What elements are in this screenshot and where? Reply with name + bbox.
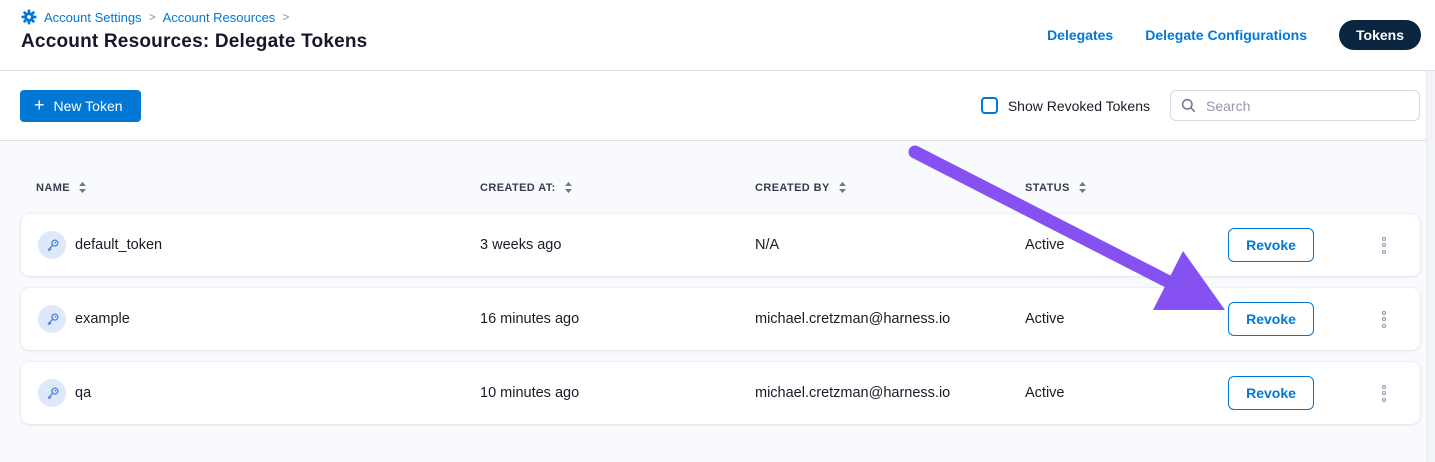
table-row-qa[interactable]: qa 10 minutes ago michael.cretzman@harne…	[21, 362, 1420, 424]
tab-delegates[interactable]: Delegates	[1047, 27, 1113, 43]
search-input[interactable]	[1204, 97, 1409, 115]
token-status: Active	[1025, 362, 1065, 424]
show-revoked-checkbox[interactable]	[981, 97, 998, 114]
column-header-created-by[interactable]: CREATED BY	[755, 181, 847, 194]
revoke-button[interactable]: Revoke	[1228, 228, 1314, 262]
column-label: NAME	[36, 182, 70, 194]
breadcrumb: Account Settings > Account Resources >	[21, 9, 289, 25]
tab-tokens[interactable]: Tokens	[1339, 20, 1421, 50]
toolbar: + New Token Show Revoked Tokens	[0, 71, 1435, 141]
show-revoked-label[interactable]: Show Revoked Tokens	[1008, 98, 1150, 114]
column-label: CREATED AT:	[480, 182, 556, 194]
search-box[interactable]	[1170, 90, 1420, 121]
token-name: example	[75, 288, 130, 350]
new-token-button[interactable]: + New Token	[20, 90, 141, 122]
token-created-at: 10 minutes ago	[480, 362, 579, 424]
tokens-table: NAME CREATED AT: CREATED BY STATUS	[0, 141, 1435, 462]
key-icon	[38, 379, 66, 407]
token-created-by: michael.cretzman@harness.io	[755, 362, 950, 424]
vertical-scrollbar[interactable]	[1426, 71, 1435, 462]
tab-delegate-configurations[interactable]: Delegate Configurations	[1145, 27, 1307, 43]
column-label: STATUS	[1025, 182, 1070, 194]
new-token-label: New Token	[54, 98, 123, 114]
token-created-by: N/A	[755, 214, 779, 276]
revoke-button[interactable]: Revoke	[1228, 302, 1314, 336]
breadcrumb-link-account-resources[interactable]: Account Resources	[163, 10, 276, 25]
token-status: Active	[1025, 214, 1065, 276]
page-header: Account Settings > Account Resources > A…	[0, 0, 1435, 71]
token-status: Active	[1025, 288, 1065, 350]
table-row-default-token[interactable]: default_token 3 weeks ago N/A Active Rev…	[21, 214, 1420, 276]
tab-bar: Delegates Delegate Configurations Tokens	[1047, 20, 1421, 50]
kebab-menu-icon[interactable]	[1376, 380, 1392, 406]
kebab-menu-icon[interactable]	[1376, 232, 1392, 258]
breadcrumb-link-account-settings[interactable]: Account Settings	[44, 10, 142, 25]
sort-icon	[1078, 181, 1087, 194]
plus-icon: +	[34, 96, 45, 114]
delegate-tokens-page: Account Settings > Account Resources > A…	[0, 0, 1435, 462]
breadcrumb-separator: >	[149, 10, 156, 24]
revoke-button[interactable]: Revoke	[1228, 376, 1314, 410]
kebab-menu-icon[interactable]	[1376, 306, 1392, 332]
sort-icon	[838, 181, 847, 194]
gear-icon	[21, 9, 37, 25]
toolbar-right-group: Show Revoked Tokens	[981, 90, 1420, 121]
key-icon	[38, 231, 66, 259]
token-created-at: 16 minutes ago	[480, 288, 579, 350]
column-label: CREATED BY	[755, 182, 830, 194]
token-created-by: michael.cretzman@harness.io	[755, 288, 950, 350]
column-header-name[interactable]: NAME	[36, 181, 87, 194]
search-icon	[1181, 98, 1196, 113]
column-header-status[interactable]: STATUS	[1025, 181, 1087, 194]
table-row-example[interactable]: example 16 minutes ago michael.cretzman@…	[21, 288, 1420, 350]
breadcrumb-separator: >	[282, 10, 289, 24]
sort-icon	[564, 181, 573, 194]
column-header-created-at[interactable]: CREATED AT:	[480, 181, 573, 194]
page-title: Account Resources: Delegate Tokens	[21, 31, 367, 53]
token-name: default_token	[75, 214, 162, 276]
token-created-at: 3 weeks ago	[480, 214, 561, 276]
key-icon	[38, 305, 66, 333]
sort-icon	[78, 181, 87, 194]
token-name: qa	[75, 362, 91, 424]
